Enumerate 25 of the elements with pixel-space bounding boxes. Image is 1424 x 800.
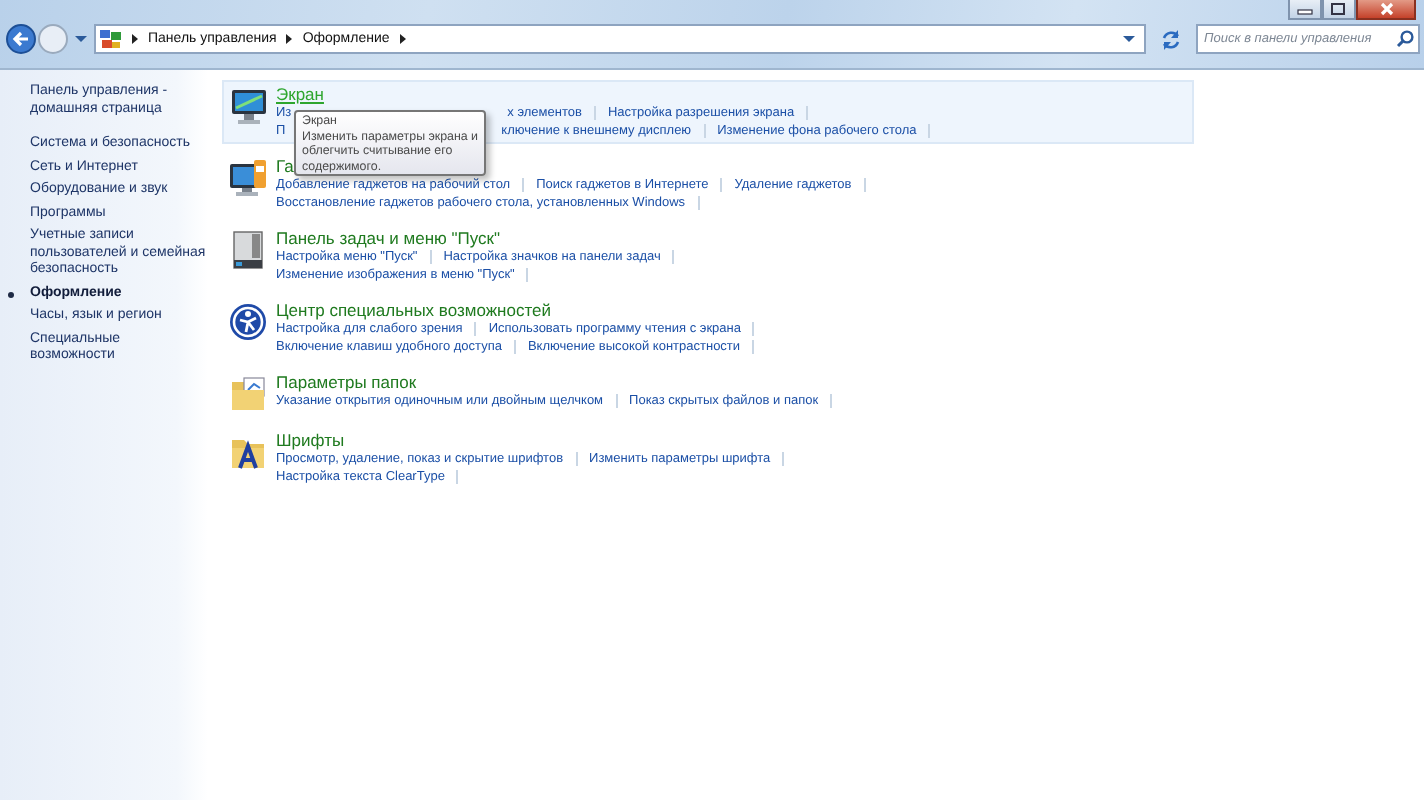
control-panel-icon <box>100 29 122 49</box>
chevron-icon[interactable] <box>130 32 140 46</box>
minimize-icon <box>1296 3 1314 15</box>
taskbar-icon[interactable] <box>228 230 268 270</box>
chevron-icon[interactable] <box>284 32 295 46</box>
search-icon[interactable] <box>1396 30 1414 48</box>
refresh-button[interactable] <box>1158 27 1184 51</box>
category-title[interactable]: Га <box>276 156 294 176</box>
close-icon <box>1377 2 1395 16</box>
category-title[interactable]: Шрифты <box>276 430 345 450</box>
category-title[interactable]: Центр специальных возможностей <box>276 300 551 320</box>
back-button[interactable] <box>6 24 36 54</box>
monitor-icon[interactable] <box>228 86 268 126</box>
maximize-button[interactable] <box>1322 0 1356 20</box>
monitor-icon[interactable] <box>228 158 268 198</box>
bullet-icon <box>8 291 14 297</box>
category-title[interactable]: Панель задач и меню "Пуск" <box>276 228 501 248</box>
dropdown-icon[interactable] <box>74 34 88 44</box>
dropdown-icon[interactable] <box>1122 34 1136 44</box>
close-button[interactable] <box>1356 0 1416 20</box>
category-title[interactable]: Параметры папок <box>276 372 417 392</box>
accessibility-icon[interactable] <box>228 302 268 342</box>
chevron-icon[interactable] <box>397 32 408 46</box>
minimize-button[interactable] <box>1288 0 1322 20</box>
maximize-icon <box>1330 2 1348 16</box>
